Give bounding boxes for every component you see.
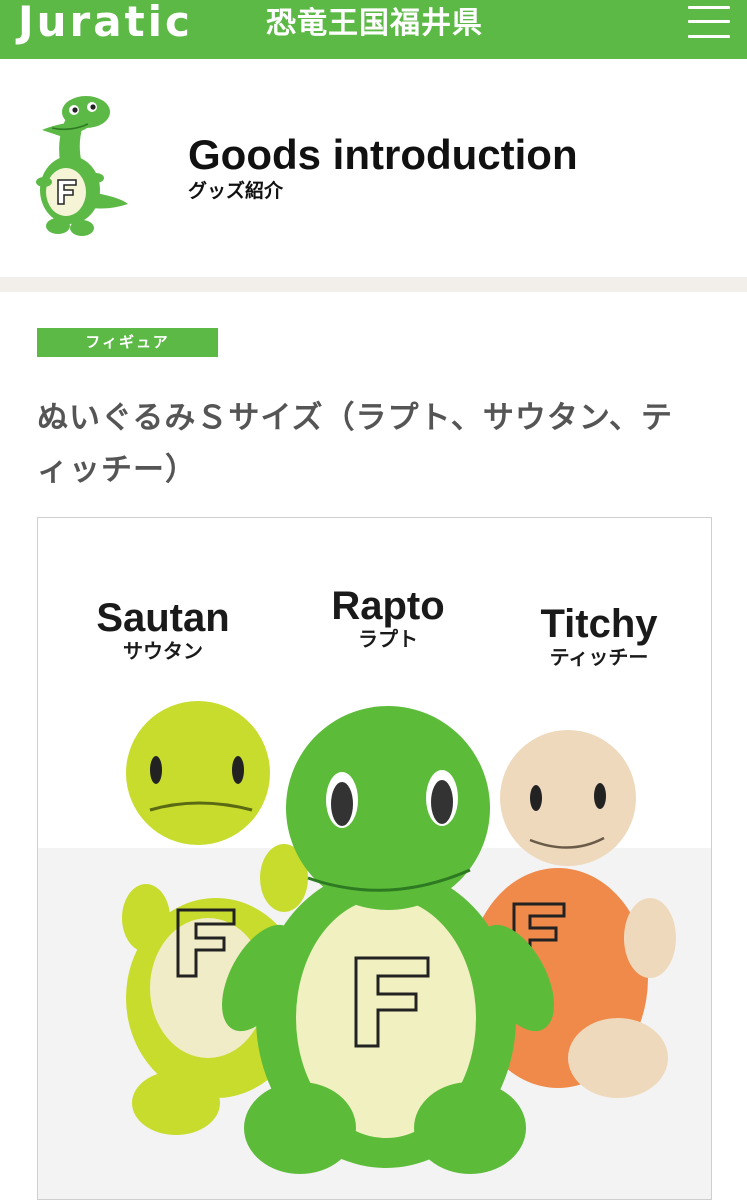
product-photo: Sautan サウタン Rapto ラプト Titchy ティッチー xyxy=(37,517,712,1200)
hamburger-menu-icon[interactable] xyxy=(688,4,730,40)
character-label-rapto: Rapto ラプト xyxy=(331,584,445,651)
site-logo-subtitle[interactable]: 恐竜王国福井県 xyxy=(266,6,483,42)
character-label-sautan: Sautan サウタン xyxy=(96,596,230,663)
page-title-japanese: グッズ紹介 xyxy=(188,180,284,202)
site-logo[interactable]: Juratic xyxy=(18,0,193,50)
category-tag[interactable]: フィギュア xyxy=(37,328,218,357)
character-label-titchy: Titchy ティッチー xyxy=(540,602,658,669)
dinosaur-mascot-icon xyxy=(36,96,128,236)
page-title: Goods introduction xyxy=(188,131,578,178)
section-divider xyxy=(0,277,747,292)
item-title: ぬいぐるみＳサイズ（ラプト、サウタン、ティッチー） xyxy=(37,400,673,488)
site-header: Juratic 恐竜王国福井県 xyxy=(0,0,747,60)
